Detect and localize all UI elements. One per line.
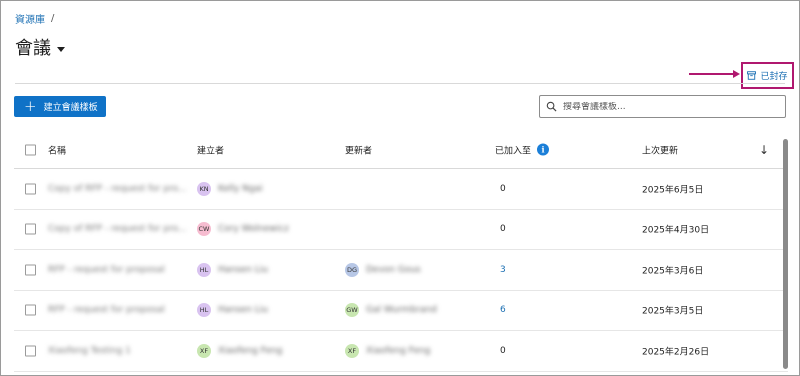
header-added-to[interactable]: 已加入至 i [495, 143, 550, 156]
last-updated-date: 2025年3月6日 [642, 266, 704, 277]
template-name-link[interactable]: Xiaofeng Testing 1 [48, 346, 131, 356]
page-title-text: 會議 [15, 38, 51, 59]
last-updated-date: 2025年4月30日 [642, 225, 710, 236]
avatar: HL [197, 303, 211, 318]
added-to-count: 0 [500, 224, 506, 235]
templates-table: 名稱 建立者 更新者 已加入至 i 上次更新 ↓ Copy of RFP - r… [14, 131, 788, 372]
added-to-count-link[interactable]: 3 [500, 265, 506, 275]
template-name-link[interactable]: RFP - request for proposal [48, 265, 165, 275]
app-window: 資源庫 / 會議 已封存 + 建立會議樣板 名稱 建立者 更 [0, 0, 800, 376]
table-row[interactable]: Xiaofeng Testing 1 XF Xiaofeng Feng XF Xiaof… [14, 331, 788, 372]
search-icon [546, 101, 557, 112]
search-input[interactable] [563, 101, 783, 112]
added-to-count: 0 [500, 345, 506, 356]
creator-name: Hansen Liu [218, 264, 268, 275]
avatar: DG [345, 262, 359, 277]
avatar: XF [197, 343, 211, 358]
breadcrumb-separator: / [51, 13, 55, 24]
updater-name: Xiaofeng Feng [366, 345, 431, 356]
avatar: HL [197, 262, 211, 277]
last-updated-date: 2025年2月26日 [642, 347, 710, 358]
header-name[interactable]: 名稱 [48, 143, 66, 156]
last-updated-date: 2025年3月5日 [642, 306, 704, 317]
creator-cell: HL Hansen Liu [197, 262, 268, 277]
select-all-checkbox[interactable] [25, 144, 36, 155]
creator-name: Kelly Ngai [218, 183, 263, 194]
table-body: Copy of RFP - request for pro... KN Kelly … [14, 169, 788, 372]
annotation-arrow-icon [689, 70, 740, 78]
header-last-updated[interactable]: 上次更新 [642, 143, 678, 156]
breadcrumb: 資源庫 / [15, 11, 54, 26]
table-header: 名稱 建立者 更新者 已加入至 i 上次更新 ↓ [14, 131, 788, 169]
page-title: 會議 [15, 34, 65, 60]
updater-cell: DG Devon Gous [345, 262, 421, 277]
avatar: GW [345, 303, 359, 318]
create-template-label: 建立會議樣板 [43, 103, 98, 113]
creator-cell: CW Cory Wolnewicz [197, 222, 289, 237]
updater-name: Gal Wurmbrand [366, 305, 437, 316]
avatar: XF [345, 343, 359, 358]
added-to-count-link[interactable]: 6 [500, 305, 506, 315]
updater-name: Devon Gous [366, 264, 421, 275]
scrollbar[interactable] [783, 139, 788, 369]
breadcrumb-library-link[interactable]: 資源庫 [15, 11, 45, 26]
row-checkbox[interactable] [25, 264, 36, 276]
table-row[interactable]: Copy of RFP - request for pro... CW Cory W… [14, 210, 788, 250]
sort-descending-icon[interactable]: ↓ [759, 143, 769, 157]
creator-cell: HL Hansen Liu [197, 303, 268, 318]
info-icon[interactable]: i [537, 143, 550, 156]
template-name-link[interactable]: Copy of RFP - request for pro... [48, 184, 187, 194]
updater-cell: XF Xiaofeng Feng [345, 343, 431, 358]
row-checkbox[interactable] [25, 304, 36, 316]
template-name-link[interactable]: RFP - request for proposal [48, 305, 165, 315]
archived-label: 已封存 [760, 72, 788, 82]
header-added-to-label: 已加入至 [495, 146, 532, 156]
row-checkbox[interactable] [25, 183, 36, 195]
table-row[interactable]: Copy of RFP - request for pro... KN Kelly … [14, 169, 788, 210]
added-to-count: 0 [500, 183, 506, 194]
row-checkbox[interactable] [25, 223, 36, 235]
table-row[interactable]: RFP - request for proposal HL Hansen Liu DG… [14, 250, 788, 291]
create-template-button[interactable]: + 建立會議樣板 [14, 96, 106, 117]
avatar: KN [197, 181, 211, 196]
creator-name: Xiaofeng Feng [218, 345, 283, 356]
avatar: CW [197, 222, 211, 237]
creator-cell: KN Kelly Ngai [197, 181, 263, 196]
table-row[interactable]: RFP - request for proposal HL Hansen Liu GW… [14, 291, 788, 331]
search-field[interactable] [539, 95, 786, 118]
header-creator[interactable]: 建立者 [197, 143, 224, 156]
header-updater[interactable]: 更新者 [345, 143, 372, 156]
updater-cell: GW Gal Wurmbrand [345, 303, 437, 318]
archive-icon [747, 71, 757, 80]
creator-name: Cory Wolnewicz [218, 224, 289, 235]
row-checkbox[interactable] [25, 345, 36, 357]
creator-name: Hansen Liu [218, 305, 268, 316]
creator-cell: XF Xiaofeng Feng [197, 343, 283, 358]
plus-icon: + [24, 96, 37, 115]
template-name-link[interactable]: Copy of RFP - request for pro... [48, 224, 187, 234]
archived-link[interactable]: 已封存 [741, 62, 794, 89]
title-dropdown-caret-icon[interactable] [57, 46, 65, 52]
last-updated-date: 2025年6月5日 [642, 185, 704, 196]
header-divider [15, 83, 785, 84]
